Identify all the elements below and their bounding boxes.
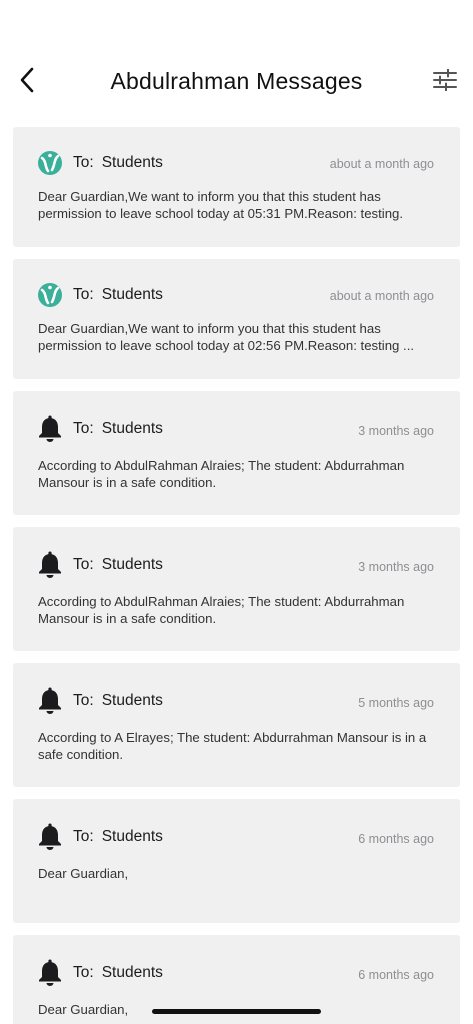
message-time: about a month ago [329, 289, 434, 303]
recipient-name: Students [101, 556, 163, 573]
to-label: To: [73, 286, 94, 303]
page-title: Abdulrahman Messages [110, 68, 363, 94]
message-card[interactable]: To: Students 3 months ago According to Ab… [13, 527, 460, 651]
recipient-name: Students [101, 420, 163, 437]
recipient-name: Students [101, 828, 163, 845]
message-card[interactable]: To: Students about a month ago Dear Guard… [13, 127, 460, 247]
back-button[interactable] [12, 64, 42, 100]
to-label: To: [73, 828, 94, 845]
recipient-line: To: Students [73, 964, 163, 982]
message-body: Dear Guardian,We want to inform you that… [38, 189, 404, 221]
bell-icon [37, 958, 63, 986]
recipient-line: To: Students [73, 692, 163, 710]
recipient-line: To: Students [73, 154, 163, 172]
message-card[interactable]: To: Students 6 months ago Dear Guardian, [13, 799, 460, 923]
to-label: To: [73, 692, 94, 709]
filter-button[interactable] [431, 68, 459, 96]
bell-icon [37, 550, 63, 578]
message-time: 5 months ago [358, 696, 434, 710]
recipient-name: Students [101, 692, 163, 709]
message-body: According to AbdulRahman Alraies; The st… [38, 458, 405, 490]
sliders-icon [433, 68, 457, 96]
bell-icon [37, 686, 63, 714]
chevron-left-icon [19, 67, 35, 98]
message-list: To: Students about a month ago Dear Guard… [13, 127, 460, 1024]
to-label: To: [73, 556, 94, 573]
school-logo-icon [37, 281, 63, 309]
to-label: To: [73, 154, 94, 171]
message-card[interactable]: To: Students 5 months ago According to A … [13, 663, 460, 787]
to-label: To: [73, 964, 94, 981]
recipient-name: Students [101, 964, 163, 981]
recipient-name: Students [101, 154, 163, 171]
recipient-line: To: Students [73, 556, 163, 574]
bell-icon [37, 822, 63, 850]
message-time: 6 months ago [358, 968, 434, 982]
messages-screen: Abdulrahman Messages To: Students about … [0, 0, 473, 1024]
recipient-name: Students [101, 286, 163, 303]
recipient-line: To: Students [73, 828, 163, 846]
message-time: 3 months ago [358, 560, 434, 574]
recipient-line: To: Students [73, 420, 163, 438]
header-bar: Abdulrahman Messages [0, 56, 473, 108]
to-label: To: [73, 420, 94, 437]
message-body: Dear Guardian,We want to inform you that… [38, 321, 415, 353]
message-time: 6 months ago [358, 832, 434, 846]
message-time: 3 months ago [358, 424, 434, 438]
message-time: about a month ago [329, 157, 434, 171]
home-indicator[interactable] [152, 1009, 321, 1014]
message-card[interactable]: To: Students 3 months ago According to Ab… [13, 391, 460, 515]
message-body: Dear Guardian, [38, 866, 129, 881]
message-card[interactable]: To: Students about a month ago Dear Guard… [13, 259, 460, 379]
recipient-line: To: Students [73, 286, 163, 304]
school-logo-icon [37, 149, 63, 177]
message-body: According to A Elrayes; The student: Abd… [38, 730, 427, 762]
message-body: According to AbdulRahman Alraies; The st… [38, 594, 405, 626]
bell-icon [37, 414, 63, 442]
